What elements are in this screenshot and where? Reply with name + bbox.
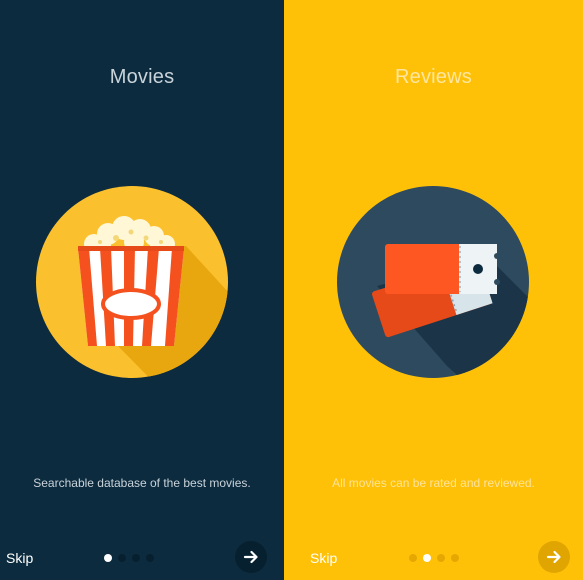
onboarding-screen-reviews: Reviews All movies can be rated and revi… xyxy=(284,0,583,580)
next-button[interactable] xyxy=(235,541,267,573)
screen-title: Movies xyxy=(109,66,175,88)
tickets-icon xyxy=(337,186,529,383)
screen-description: Searchable database of the best movies. xyxy=(33,476,251,490)
skip-button[interactable]: Skip xyxy=(310,550,337,566)
arrow-right-icon xyxy=(546,550,561,564)
page-dot xyxy=(146,554,154,562)
onboarding-screens: Movies Searchable database of the best m… xyxy=(0,0,583,580)
page-dot-active xyxy=(104,554,112,562)
page-dot-active xyxy=(423,554,431,562)
arrow-right-icon xyxy=(243,550,258,564)
screen-title: Reviews xyxy=(395,66,472,88)
next-button[interactable] xyxy=(538,541,570,573)
popcorn-icon xyxy=(36,186,228,383)
page-dot xyxy=(132,554,140,562)
page-indicator xyxy=(104,554,154,562)
onboarding-screen-movies: Movies Searchable database of the best m… xyxy=(0,0,284,580)
screen-description: All movies can be rated and reviewed. xyxy=(332,476,535,490)
page-dot xyxy=(451,554,459,562)
page-indicator xyxy=(409,554,459,562)
page-dot xyxy=(437,554,445,562)
skip-button[interactable]: Skip xyxy=(6,550,33,566)
page-dot xyxy=(409,554,417,562)
page-dot xyxy=(118,554,126,562)
